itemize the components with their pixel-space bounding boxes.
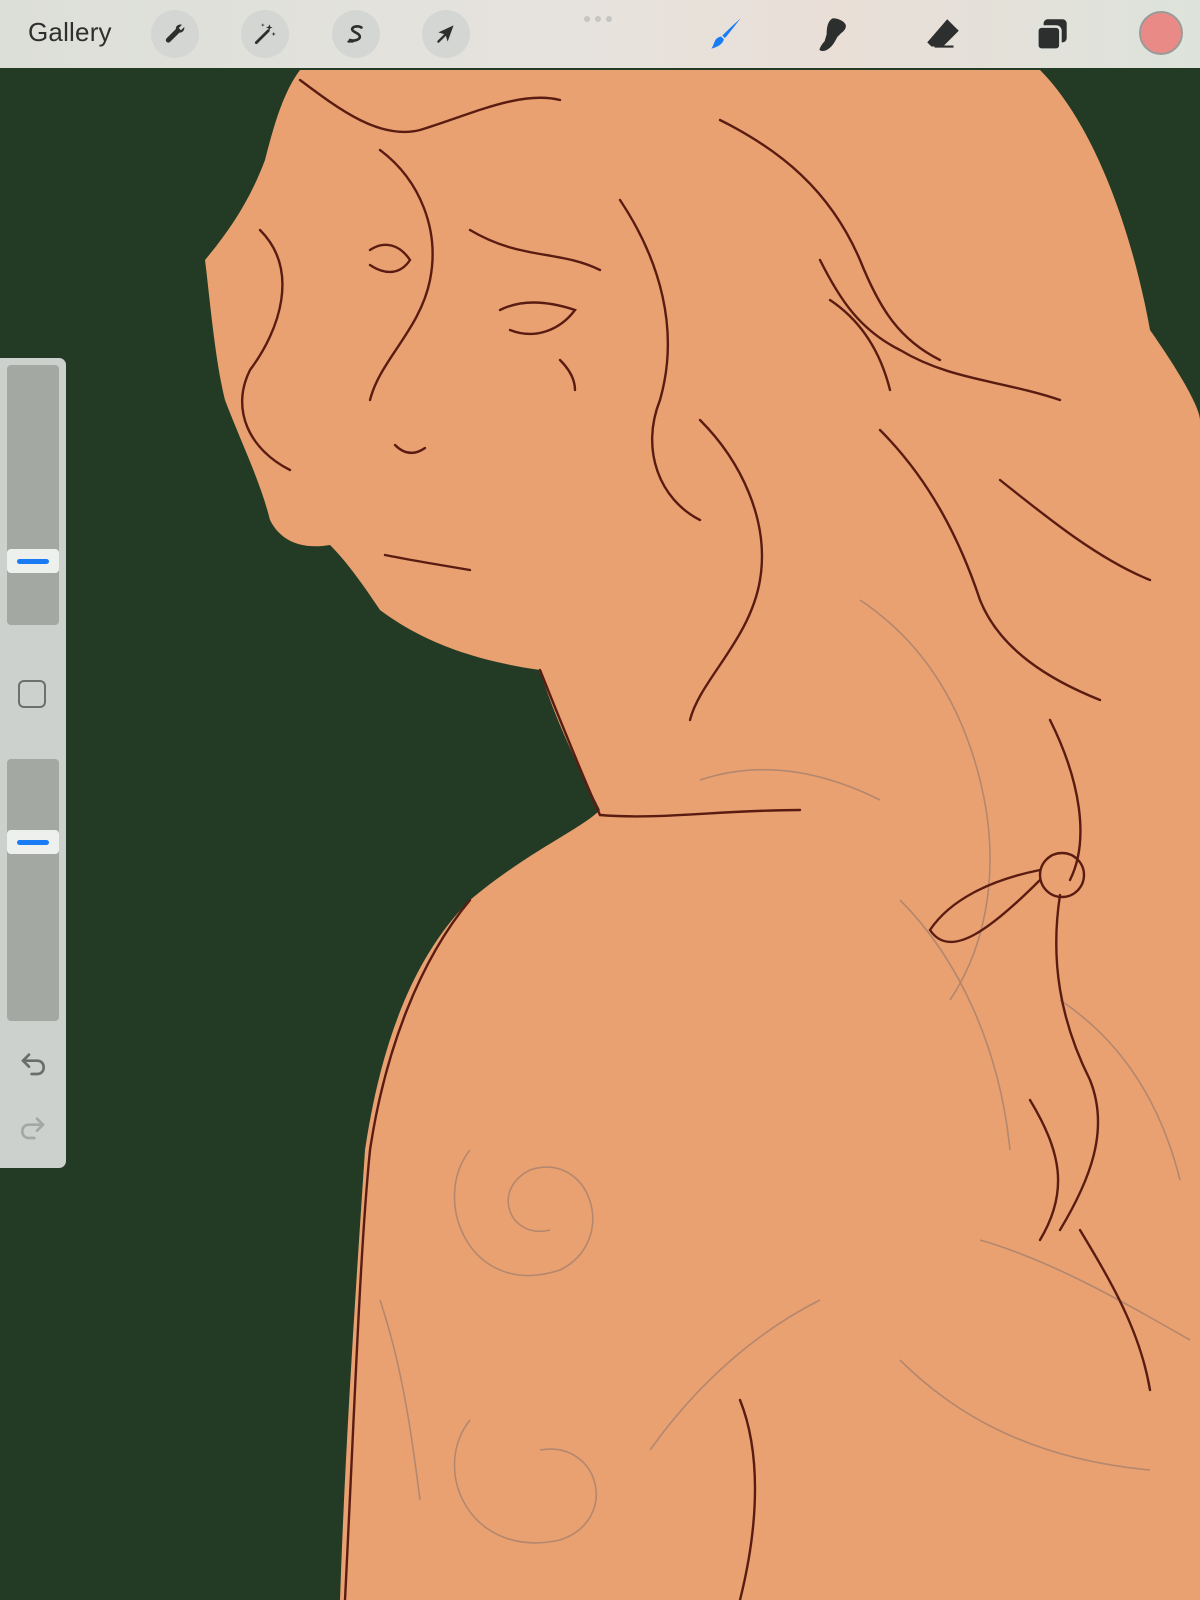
- opacity-slider[interactable]: [7, 759, 59, 1021]
- actions-button[interactable]: [151, 10, 199, 58]
- modify-button[interactable]: [18, 680, 46, 708]
- left-sidebar: [0, 358, 66, 1168]
- gallery-button[interactable]: Gallery: [28, 17, 112, 48]
- brush-size-thumb[interactable]: [7, 549, 59, 574]
- procreate-app: Gallery: [0, 0, 1200, 1600]
- artwork: [0, 68, 1200, 1600]
- magic-wand-icon: [254, 23, 276, 45]
- redo-icon[interactable]: [17, 1112, 49, 1144]
- layers-icon: [1035, 19, 1067, 52]
- eraser-button[interactable]: [920, 12, 966, 58]
- eraser-icon: [927, 19, 959, 48]
- brush-button[interactable]: [703, 12, 749, 58]
- brush-icon: [711, 18, 741, 49]
- undo-icon[interactable]: [17, 1048, 49, 1080]
- drawing-canvas[interactable]: [0, 68, 1200, 1600]
- selection-s-icon: [347, 25, 363, 43]
- selection-button[interactable]: [332, 10, 380, 58]
- wrench-icon: [165, 24, 185, 43]
- grabber-dot: [606, 16, 612, 22]
- arrow-cursor-icon: [437, 25, 454, 43]
- adjustments-button[interactable]: [241, 10, 289, 58]
- brush-size-slider[interactable]: [7, 365, 59, 625]
- grabber-dot: [584, 16, 590, 22]
- transform-button[interactable]: [422, 10, 470, 58]
- smudge-icon: [819, 18, 846, 51]
- smudge-button[interactable]: [810, 12, 856, 58]
- top-toolbar: Gallery: [0, 0, 1200, 68]
- opacity-thumb[interactable]: [7, 830, 59, 855]
- layers-button[interactable]: [1029, 12, 1075, 58]
- toolbar-grabber[interactable]: [584, 16, 612, 22]
- color-swatch[interactable]: [1139, 11, 1183, 55]
- grabber-dot: [595, 16, 601, 22]
